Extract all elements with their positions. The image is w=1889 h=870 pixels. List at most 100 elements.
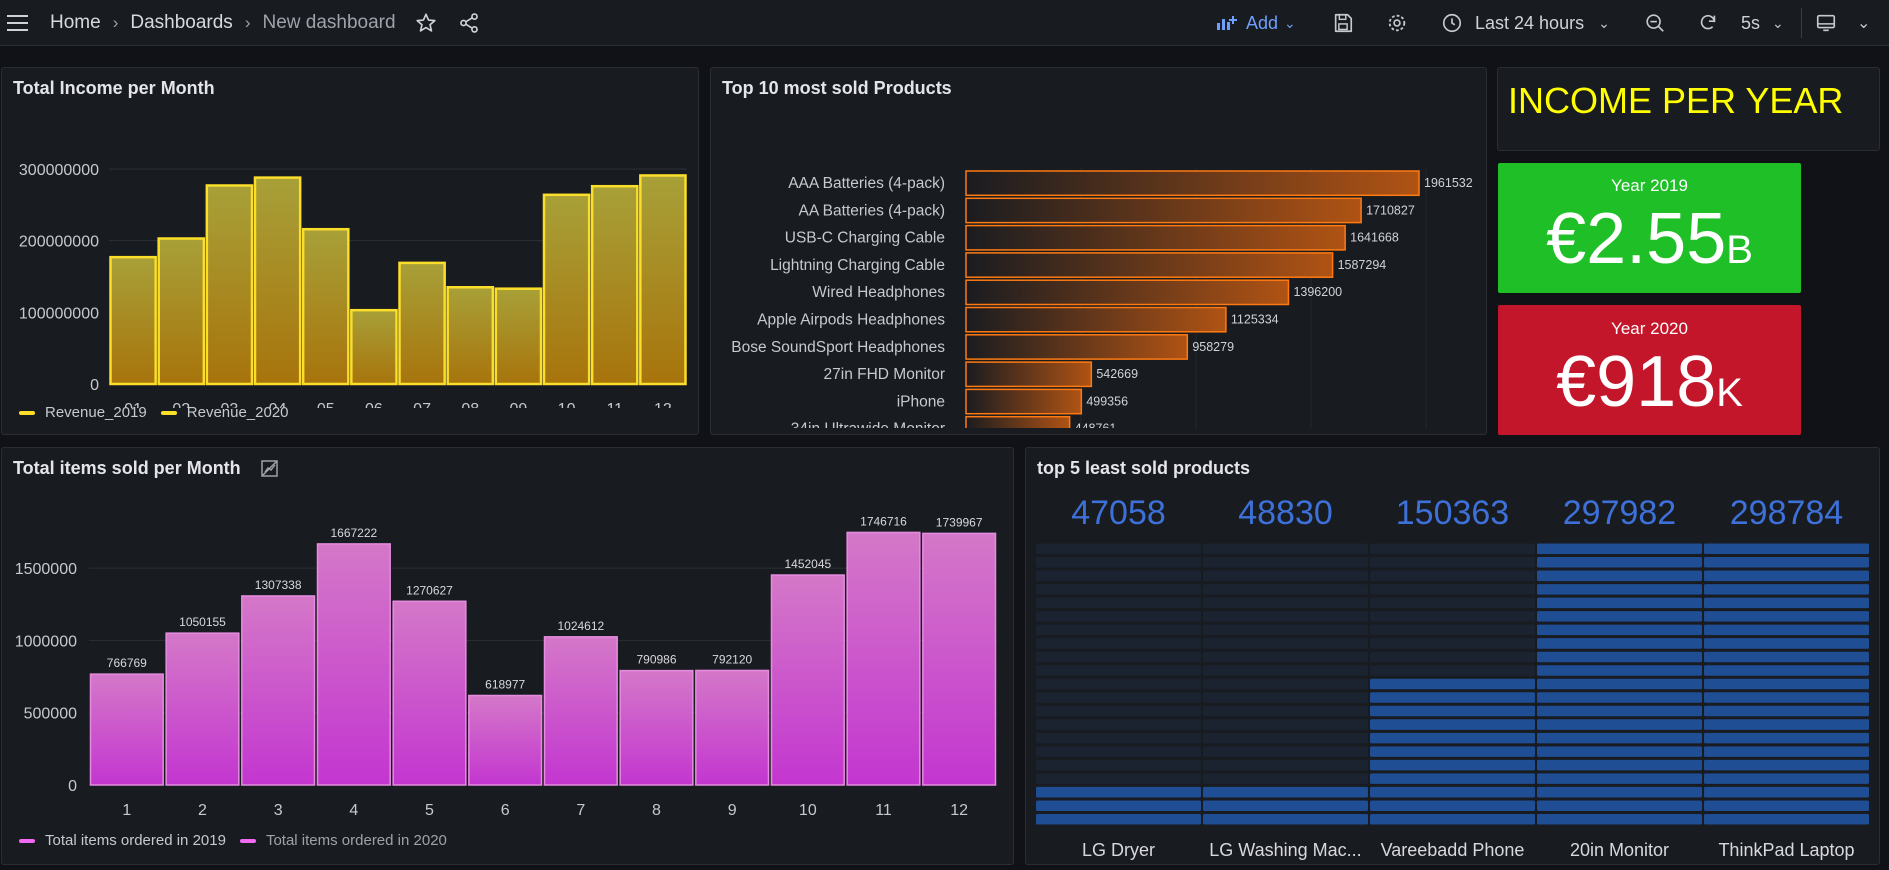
bar[interactable] xyxy=(494,287,543,386)
bar[interactable] xyxy=(695,669,770,786)
y-tick-label: 300000000 xyxy=(19,162,99,179)
zoom-out-button[interactable] xyxy=(1644,0,1666,46)
bar[interactable] xyxy=(965,334,1189,360)
bar[interactable] xyxy=(922,532,997,786)
value-label: 766769 xyxy=(107,656,147,670)
bar[interactable] xyxy=(446,286,495,386)
gauge-segment xyxy=(1370,651,1535,663)
refresh-button[interactable] xyxy=(1697,0,1719,46)
bar[interactable] xyxy=(846,531,921,786)
gauge-segment xyxy=(1704,543,1869,555)
bar[interactable] xyxy=(965,415,1071,428)
stat-year-2019: Year 2019 €2.55B xyxy=(1498,163,1801,293)
gauge-segment xyxy=(1036,692,1201,703)
chart-link-icon[interactable] xyxy=(260,459,280,479)
legend-item-2019[interactable]: Total items ordered in 2019 xyxy=(45,832,226,849)
gauge-segment xyxy=(1036,557,1201,568)
save-button[interactable] xyxy=(1332,0,1354,46)
gauge-segment xyxy=(1036,543,1201,555)
bar[interactable] xyxy=(468,694,543,786)
value-label: 1961532 xyxy=(1424,176,1473,190)
value-label: 618977 xyxy=(485,677,525,691)
legend-item-2020[interactable]: Total items ordered in 2020 xyxy=(266,832,447,849)
monitor-icon[interactable] xyxy=(1815,12,1837,34)
chevron-down-icon[interactable]: ⌄ xyxy=(1857,13,1870,33)
bar[interactable] xyxy=(965,388,1083,415)
bar[interactable] xyxy=(619,669,694,786)
gauge-label: LG Dryer xyxy=(1082,840,1155,860)
bar[interactable] xyxy=(316,543,391,786)
bar[interactable] xyxy=(89,673,164,786)
view-mode-button[interactable] xyxy=(1815,0,1837,46)
value-label: 1050155 xyxy=(179,615,226,629)
stat-value: €2.55B xyxy=(1546,199,1753,279)
bar[interactable] xyxy=(590,184,639,386)
chevron-right-icon: › xyxy=(244,13,251,32)
gauge-segment xyxy=(1370,800,1535,811)
bar[interactable] xyxy=(639,174,687,386)
bar[interactable] xyxy=(398,261,446,386)
value-label: 790986 xyxy=(636,653,676,667)
gauge-segment xyxy=(1704,665,1869,676)
gauge-value: 298784 xyxy=(1730,494,1843,532)
x-tick-label: 07 xyxy=(413,401,431,408)
gauge-segment xyxy=(1537,732,1702,744)
legend-item-revenue-2019[interactable]: Revenue_2019 xyxy=(45,404,147,421)
bar[interactable] xyxy=(542,193,591,386)
legend-swatch xyxy=(239,838,256,843)
gauge-segment xyxy=(1036,705,1201,717)
category-label: Wired Headphones xyxy=(812,284,945,301)
bar[interactable] xyxy=(965,224,1346,251)
add-button[interactable]: Add ⌄ xyxy=(1216,0,1296,46)
value-label: 1710827 xyxy=(1366,203,1415,217)
star-icon[interactable] xyxy=(415,12,437,34)
top-navbar: Home › Dashboards › New dashboard Add ⌄ xyxy=(0,0,1889,46)
bar[interactable] xyxy=(392,600,467,786)
y-tick-label: 500000 xyxy=(24,706,77,723)
bar[interactable] xyxy=(253,176,302,386)
bar[interactable] xyxy=(965,361,1093,388)
bar[interactable] xyxy=(241,595,316,786)
breadcrumb-dashboards[interactable]: Dashboards xyxy=(130,12,232,34)
gauge-segment xyxy=(1704,786,1869,798)
y-tick-label: 100000000 xyxy=(19,305,99,322)
bar[interactable] xyxy=(770,574,845,786)
bar[interactable] xyxy=(165,632,240,786)
gauge-segment xyxy=(1537,611,1702,622)
gauge-segment xyxy=(1537,746,1702,757)
bar[interactable] xyxy=(157,237,206,386)
bar[interactable] xyxy=(965,197,1362,224)
bar[interactable] xyxy=(965,306,1227,333)
legend-item-revenue-2020[interactable]: Revenue_2020 xyxy=(187,404,289,421)
save-icon[interactable] xyxy=(1332,12,1354,34)
star-button[interactable] xyxy=(415,0,437,46)
bar[interactable] xyxy=(543,636,618,786)
refresh-interval-picker[interactable]: 5s ⌄ xyxy=(1741,0,1784,46)
zoom-out-icon[interactable] xyxy=(1644,12,1666,34)
chart-legend: Revenue_2019 Revenue_2020 xyxy=(19,404,289,421)
x-tick-label: 4 xyxy=(349,802,358,819)
gauge-segment xyxy=(1370,570,1535,582)
bar[interactable] xyxy=(301,227,350,386)
view-mode-dropdown[interactable]: ⌄ xyxy=(1857,0,1870,46)
bar[interactable] xyxy=(965,279,1290,306)
value-label: 499356 xyxy=(1086,394,1128,408)
settings-button[interactable] xyxy=(1386,0,1408,46)
hamburger-icon[interactable] xyxy=(6,11,30,35)
time-range-picker[interactable]: Last 24 hours ⌄ xyxy=(1441,0,1610,46)
share-icon[interactable] xyxy=(458,12,480,34)
gear-icon[interactable] xyxy=(1386,12,1408,34)
breadcrumb-home[interactable]: Home xyxy=(50,12,101,34)
bar[interactable] xyxy=(965,170,1420,197)
share-button[interactable] xyxy=(458,0,480,46)
refresh-icon[interactable] xyxy=(1697,12,1719,34)
stat-year-2020: Year 2020 €918K xyxy=(1498,305,1801,435)
gauge-segment xyxy=(1370,624,1535,636)
bar[interactable] xyxy=(350,308,398,386)
chevron-down-icon: ⌄ xyxy=(1598,14,1610,31)
bar[interactable] xyxy=(965,252,1334,278)
menu-toggle[interactable] xyxy=(6,0,30,46)
bar[interactable] xyxy=(109,255,157,386)
value-label: 1270627 xyxy=(406,583,453,597)
bar[interactable] xyxy=(205,184,254,386)
